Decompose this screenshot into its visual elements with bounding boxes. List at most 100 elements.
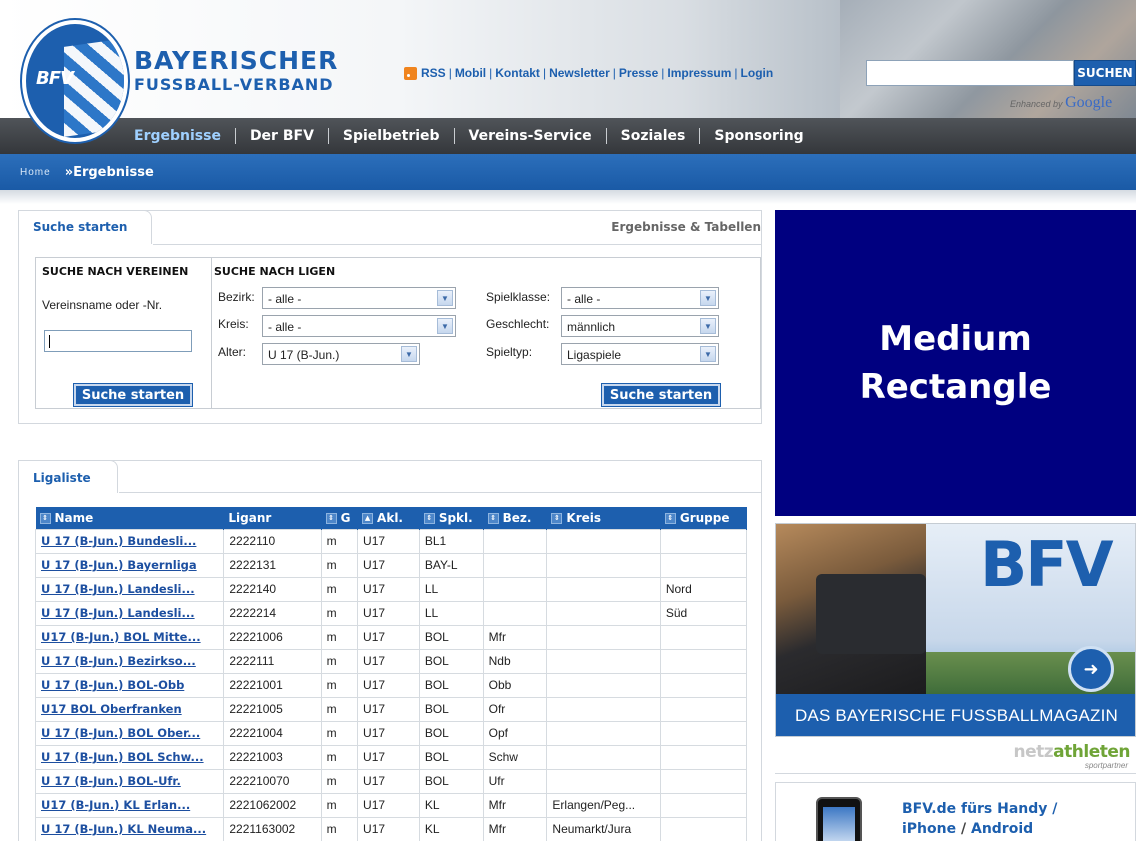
table-cell (659, 792, 748, 818)
mobile-promo-iphone[interactable]: iPhone (902, 821, 956, 837)
liga-name-link[interactable]: U 17 (B-Jun.) BOL-Ufr. (34, 768, 225, 794)
mobile-promo-android[interactable]: Android (971, 821, 1033, 837)
site-search-input[interactable] (866, 60, 1074, 86)
bezirk-select[interactable]: - alle - ▼ (262, 287, 456, 309)
table-cell: Ndb (482, 648, 548, 674)
rss-icon[interactable] (404, 66, 417, 80)
sort-icon[interactable]: ⇕ (423, 512, 435, 524)
spielklasse-select[interactable]: - alle - ▼ (561, 287, 719, 309)
col-header-kreis[interactable]: ⇕ Kreis (546, 507, 661, 529)
table-cell (482, 552, 548, 578)
page: BFV BAYERISCHER FUSSBALL-VERBAND RSS | Mo… (0, 0, 1136, 841)
medium-rectangle-ad[interactable]: Medium Rectangle (775, 210, 1136, 516)
table-cell: BOL (418, 648, 484, 674)
table-row[interactable]: U17 (B-Jun.) BOL Mitte... 22221006 m U17 BOL… (34, 624, 748, 650)
nav-vereins-service[interactable]: Vereins-Service (455, 128, 606, 144)
tab-suche-starten[interactable]: Suche starten (18, 210, 152, 244)
camera-icon (816, 574, 926, 654)
toplink-kontakt[interactable]: Kontakt (495, 66, 540, 80)
liga-name-link[interactable]: U 17 (B-Jun.) BOL Schw... (34, 744, 225, 770)
suche-ligen-button[interactable]: Suche starten (601, 383, 721, 407)
table-row[interactable]: U 17 (B-Jun.) BOL Ober... 22221004 m U17 BOL… (34, 720, 748, 746)
kreis-select[interactable]: - alle - ▼ (262, 315, 456, 337)
vereinsname-input[interactable] (44, 330, 192, 352)
toplink-newsletter[interactable]: Newsletter (549, 66, 610, 80)
table-row[interactable]: U 17 (B-Jun.) Landesli... 2222214 m U17 LL Sü… (34, 600, 748, 626)
bfv-logo[interactable]: BFV (22, 20, 128, 142)
table-row[interactable]: U 17 (B-Jun.) KL Neuma... 2221163002 m U17 K… (34, 816, 748, 841)
play-arrow-icon[interactable]: ➜ (1068, 646, 1114, 692)
table-row[interactable]: U17 (B-Jun.) KL Erlan... 2221062002 m U17 KL… (34, 792, 748, 818)
breadcrumb-current: »Ergebnisse (64, 164, 154, 180)
geschlecht-select[interactable]: männlich ▼ (561, 315, 719, 337)
sort-icon[interactable]: ⇕ (551, 512, 563, 524)
mobile-promo[interactable]: BFV.de fürs Handy / iPhone / Android (775, 782, 1136, 841)
col-header-bez[interactable]: ⇕ Bez. (483, 507, 548, 529)
site-search-button[interactable]: SUCHEN (1074, 60, 1136, 86)
table-cell (482, 600, 548, 626)
bfv-tv-logo: BFV (980, 528, 1114, 601)
nav-der-bfv[interactable]: Der BFV (236, 128, 328, 144)
google-logo: Google (1065, 94, 1113, 111)
table-row[interactable]: U 17 (B-Jun.) BOL Schw... 22221003 m U17 BOL… (34, 744, 748, 770)
liga-name-link[interactable]: U 17 (B-Jun.) Bezirkso... (34, 648, 225, 674)
liga-name-link[interactable]: U17 BOL Oberfranken (34, 696, 225, 722)
mobile-promo-line1[interactable]: BFV.de fürs Handy / (902, 799, 1057, 819)
nav-sponsoring[interactable]: Sponsoring (700, 128, 817, 144)
table-row[interactable]: U 17 (B-Jun.) Bezirkso... 2222111 m U17 BOL N… (34, 648, 748, 674)
sort-asc-icon[interactable]: ▲ (362, 512, 374, 524)
brand-name-line1[interactable]: BAYERISCHER (134, 48, 338, 73)
toplink-presse[interactable]: Presse (619, 66, 658, 80)
nav-ergebnisse[interactable]: Ergebnisse (120, 128, 235, 144)
bfv-tv-banner[interactable]: BFV ➜ DAS BAYERISCHE FUSSBALLMAGAZIN (775, 523, 1136, 737)
nav-soziales[interactable]: Soziales (607, 128, 700, 144)
col-header-akl[interactable]: ▲ Akl. (357, 507, 420, 529)
col-header-spkl[interactable]: ⇕ Spkl. (419, 507, 484, 529)
spieltyp-select[interactable]: Ligaspiele ▼ (561, 343, 719, 365)
table-cell: Nord (659, 576, 748, 602)
col-header-name[interactable]: ⇕ Name (35, 507, 225, 529)
search-panel: Suche starten Ergebnisse & Tabellen SUCH… (18, 210, 762, 424)
liga-name-link[interactable]: U 17 (B-Jun.) Landesli... (34, 576, 225, 602)
spieltyp-label: Spieltyp: (486, 345, 533, 359)
tab-ligaliste[interactable]: Ligaliste (18, 460, 118, 493)
liga-name-link[interactable]: U 17 (B-Jun.) Bundesli... (34, 528, 225, 554)
netzathleten-banner[interactable]: netzathleten sportpartner (775, 740, 1136, 774)
sort-icon[interactable]: ⇕ (325, 512, 337, 524)
table-row[interactable]: U 17 (B-Jun.) Bayernliga 2222131 m U17 BAY-L (34, 552, 748, 578)
liga-name-link[interactable]: U17 (B-Jun.) BOL Mitte... (34, 624, 225, 650)
table-row[interactable]: U 17 (B-Jun.) Landesli... 2222140 m U17 LL No… (34, 576, 748, 602)
toplink-impressum[interactable]: Impressum (667, 66, 731, 80)
liga-name-link[interactable]: U 17 (B-Jun.) Landesli... (34, 600, 225, 626)
nav-spielbetrieb[interactable]: Spielbetrieb (329, 128, 454, 144)
toplink-rss[interactable]: RSS (421, 66, 446, 80)
breadcrumb-home[interactable]: Home (20, 167, 51, 178)
liga-name-link[interactable]: U 17 (B-Jun.) BOL Ober... (34, 720, 225, 746)
table-cell: BOL (418, 696, 484, 722)
liga-name-link[interactable]: U 17 (B-Jun.) KL Neuma... (34, 816, 225, 841)
sort-icon[interactable]: ⇕ (39, 512, 51, 524)
table-cell (546, 624, 661, 650)
kreis-label: Kreis: (218, 317, 249, 331)
table-cell: 22221001 (223, 672, 322, 698)
sort-icon[interactable]: ⇕ (664, 512, 676, 524)
sort-icon[interactable]: ⇕ (487, 512, 499, 524)
mobile-promo-text: BFV.de fürs Handy / iPhone / Android (902, 799, 1058, 837)
toplink-mobil[interactable]: Mobil (455, 66, 486, 80)
col-header-gruppe[interactable]: ⇕ Gruppe (660, 507, 748, 529)
liga-name-link[interactable]: U 17 (B-Jun.) BOL-Obb (34, 672, 225, 698)
table-row[interactable]: U 17 (B-Jun.) BOL-Obb 22221001 m U17 BOL Obb (34, 672, 748, 698)
table-row[interactable]: U 17 (B-Jun.) BOL-Ufr. 222210070 m U17 BOL Uf… (34, 768, 748, 794)
col-header-liganr[interactable]: Liganr (223, 507, 322, 529)
col-header-g[interactable]: ⇕ G (321, 507, 359, 529)
suche-vereine-button[interactable]: Suche starten (73, 383, 193, 407)
table-row[interactable]: U17 BOL Oberfranken 22221005 m U17 BOL Ofr (34, 696, 748, 722)
table-cell: U17 (357, 672, 420, 698)
toplink-login[interactable]: Login (741, 66, 774, 80)
brand-name-line2[interactable]: FUSSBALL-VERBAND (134, 77, 334, 93)
table-row[interactable]: U 17 (B-Jun.) Bundesli... 2222110 m U17 BL1 (34, 528, 748, 554)
liga-name-link[interactable]: U17 (B-Jun.) KL Erlan... (34, 792, 225, 818)
table-cell: Ufr (482, 768, 548, 794)
liga-name-link[interactable]: U 17 (B-Jun.) Bayernliga (34, 552, 225, 578)
alter-select[interactable]: U 17 (B-Jun.) ▼ (262, 343, 420, 365)
